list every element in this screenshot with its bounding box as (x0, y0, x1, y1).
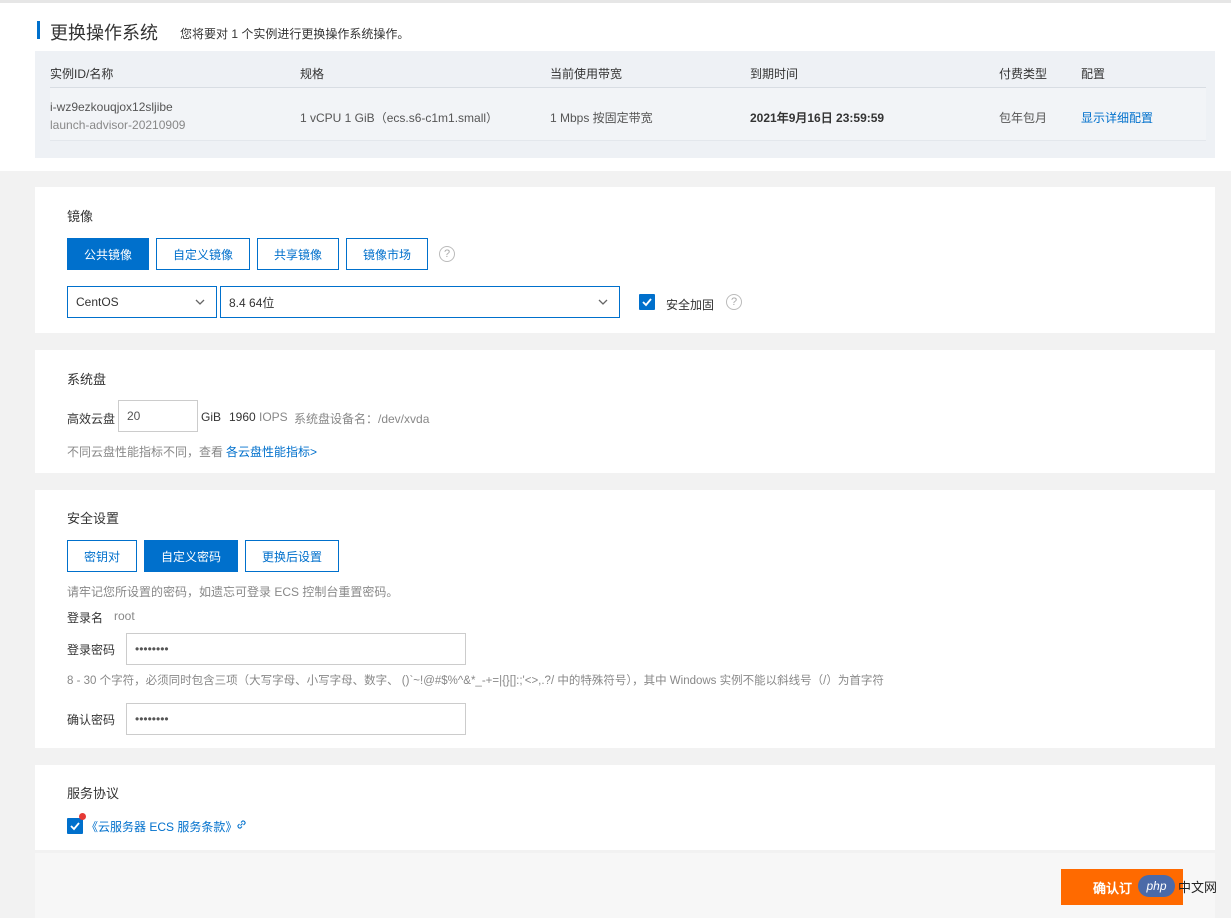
login-name-label: 登录名 (67, 611, 104, 625)
column-header-billing: 付费类型 (999, 67, 1048, 81)
disk-iops-label: IOPS (259, 410, 288, 424)
agreement-checkbox[interactable] (67, 818, 83, 834)
footer-bar (35, 853, 1215, 918)
os-select[interactable]: CentOS (67, 286, 217, 318)
watermark-logo: php (1138, 875, 1175, 897)
check-icon (70, 822, 80, 831)
version-select-value: 8.4 64位 (229, 295, 275, 310)
instance-spec: 1 vCPU 1 GiB（ecs.s6-c1m1.small） (300, 111, 499, 125)
header-panel: 更换操作系统 您将要对 1 个实例进行更换操作系统操作。 实例ID/名称 规格 … (0, 3, 1231, 171)
tab-key-pair[interactable]: 密钥对 (67, 540, 137, 572)
instance-expire: 2021年9月16日 23:59:59 (750, 111, 885, 125)
disk-device-name: 系统盘设备名：/dev/xvda (294, 412, 430, 426)
tab-custom-image[interactable]: 自定义镜像 (156, 238, 250, 270)
show-config-link[interactable]: 显示详细配置 (1081, 109, 1153, 126)
help-icon[interactable]: ? (726, 294, 742, 310)
column-header-spec: 规格 (300, 67, 325, 81)
page-title: 更换操作系统 (50, 23, 158, 43)
instance-billing: 包年包月 (999, 111, 1048, 125)
login-name-value: root (114, 609, 135, 623)
security-section: 安全设置 密钥对 自定义密码 更换后设置 请牢记您所设置的密码，如遗忘可登录 E… (35, 490, 1215, 748)
tab-public-image[interactable]: 公共镜像 (67, 238, 149, 270)
confirm-password-label: 确认密码 (67, 713, 116, 727)
column-header-bandwidth: 当前使用带宽 (550, 67, 623, 81)
link-icon (237, 820, 246, 829)
chevron-down-icon (195, 299, 205, 305)
disk-size-input[interactable]: 20 (118, 400, 198, 432)
tab-custom-password[interactable]: 自定义密码 (144, 540, 238, 572)
image-section: 镜像 公共镜像 自定义镜像 共享镜像 镜像市场 ? CentOS 8.4 64位… (35, 187, 1215, 333)
disk-unit: GiB (201, 410, 222, 424)
system-disk-title: 系统盘 (67, 372, 107, 387)
disk-iops-value: 1960 (229, 410, 256, 424)
chevron-down-icon (598, 299, 608, 305)
instance-bandwidth: 1 Mbps 按固定带宽 (550, 111, 653, 125)
os-select-value: CentOS (76, 295, 119, 309)
confirm-password-input[interactable]: •••••••• (126, 703, 466, 735)
row-divider (50, 140, 1206, 141)
instance-id: i-wz9ezkouqjox12sljibe (50, 100, 173, 114)
watermark-text: 中文网 (1178, 879, 1218, 895)
column-header-expire: 到期时间 (750, 67, 799, 81)
instance-name: launch-advisor-20210909 (50, 118, 186, 132)
agreement-link[interactable]: 《云服务器 ECS 服务条款》 (86, 818, 237, 835)
help-icon[interactable]: ? (439, 246, 455, 262)
page-subtitle: 您将要对 1 个实例进行更换操作系统操作。 (180, 27, 410, 41)
tab-set-later[interactable]: 更换后设置 (245, 540, 339, 572)
column-header-config: 配置 (1081, 67, 1106, 81)
security-hardening-checkbox[interactable] (639, 294, 655, 310)
version-select[interactable]: 8.4 64位 (220, 286, 620, 318)
title-accent-bar (37, 21, 40, 39)
disk-performance-link[interactable]: 各云盘性能指标> (226, 443, 317, 460)
password-reminder: 请牢记您所设置的密码，如遗忘可登录 ECS 控制台重置密码。 (67, 585, 399, 599)
password-rule: 8 - 30 个字符，必须同时包含三项（大写字母、小写字母、数字、 ()`~!@… (67, 675, 884, 687)
disk-performance-note: 不同云盘性能指标不同，查看 (67, 445, 224, 459)
tab-shared-image[interactable]: 共享镜像 (257, 238, 339, 270)
password-input[interactable]: •••••••• (126, 633, 466, 665)
check-icon (642, 298, 652, 307)
notification-dot (79, 813, 86, 820)
password-label: 登录密码 (67, 643, 116, 657)
security-title: 安全设置 (67, 511, 120, 526)
agreement-title: 服务协议 (67, 786, 120, 801)
image-section-title: 镜像 (67, 209, 94, 224)
instance-table: 实例ID/名称 规格 当前使用带宽 到期时间 付费类型 配置 i-wz9ezko… (35, 51, 1215, 158)
agreement-section: 服务协议 《云服务器 ECS 服务条款》 (35, 765, 1215, 850)
disk-type-label: 高效云盘 (67, 412, 116, 426)
column-header-id: 实例ID/名称 (50, 67, 114, 81)
system-disk-section: 系统盘 高效云盘 20 GiB 1960 IOPS 系统盘设备名：/dev/xv… (35, 350, 1215, 473)
security-hardening-label: 安全加固 (666, 298, 715, 312)
tab-image-market[interactable]: 镜像市场 (346, 238, 428, 270)
